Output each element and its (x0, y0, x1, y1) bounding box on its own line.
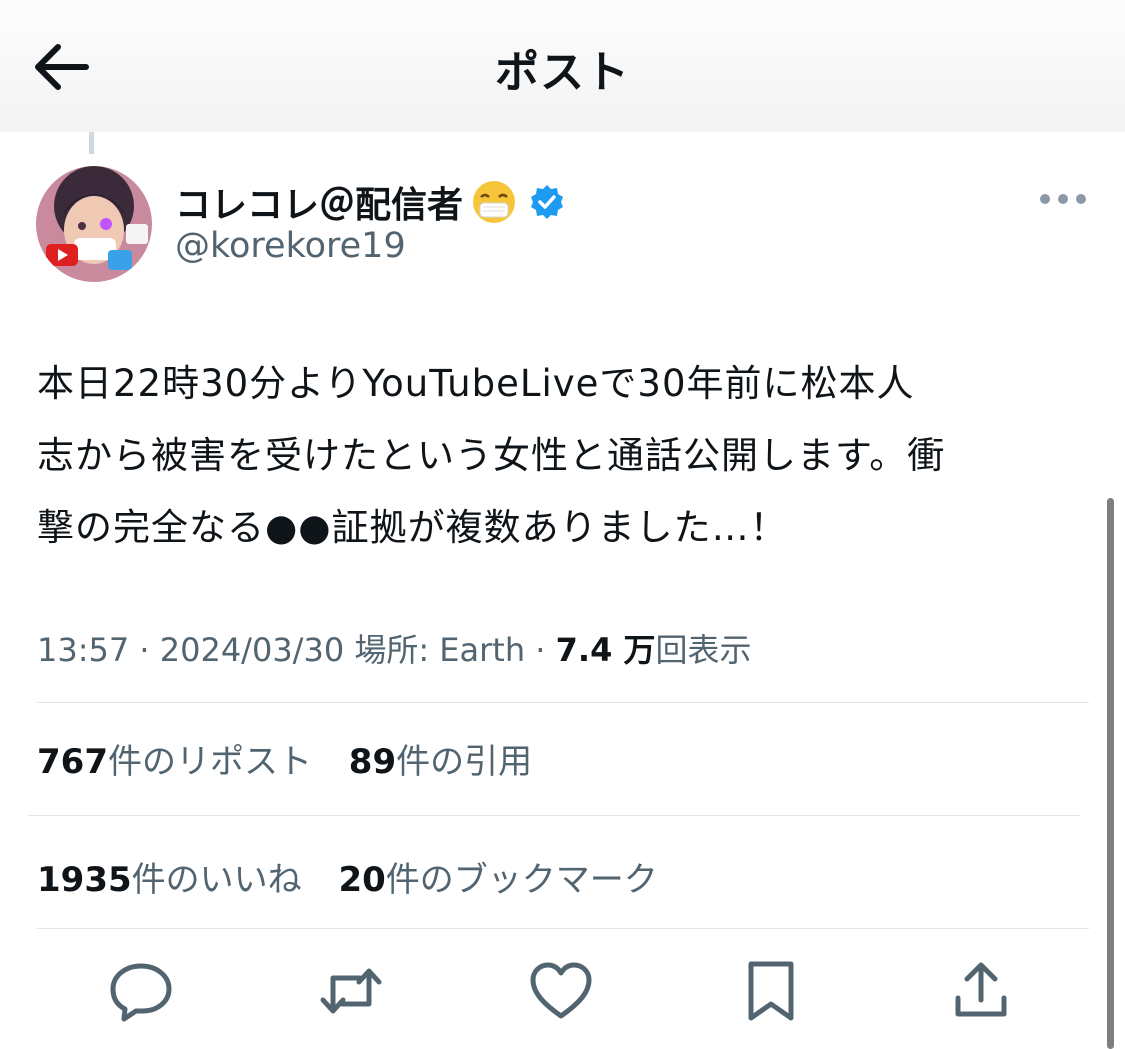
bookmark-count: 20 (338, 860, 386, 900)
repost-stat[interactable]: 767件のリポスト (37, 734, 312, 783)
post-text-line: 志から被害を受けたという女性と通話公開します。衝 (37, 434, 946, 477)
thread-connector-line (89, 132, 94, 154)
bookmark-stat[interactable]: 20件のブックマーク (338, 852, 657, 901)
scrollbar[interactable] (1107, 498, 1114, 1049)
bookmark-button[interactable] (736, 958, 806, 1024)
more-dots-icon (1040, 194, 1086, 204)
repost-label: 件のリポスト (107, 742, 312, 782)
display-name[interactable]: コレコレ＠配信者 (175, 176, 565, 228)
verified-badge-icon (531, 185, 564, 219)
post-date[interactable]: 2024/03/30 (160, 631, 344, 669)
reply-icon (110, 963, 172, 1022)
bookmark-label: 件のブックマーク (385, 860, 658, 900)
quote-count: 89 (348, 742, 397, 782)
stats-row-reposts: 767件のリポスト 89件の引用 (37, 734, 558, 783)
repost-icon (320, 968, 382, 1014)
bookmark-icon (748, 961, 794, 1021)
like-count: 1935 (37, 860, 132, 900)
display-name-text: コレコレ＠配信者 (175, 185, 464, 226)
view-count: 7.4 万 (555, 631, 656, 669)
reply-button[interactable] (106, 958, 176, 1024)
mask-face-emoji (473, 181, 516, 223)
post-location: 場所: Earth (354, 631, 526, 669)
repost-count: 767 (37, 742, 108, 782)
repost-button[interactable] (316, 958, 386, 1024)
like-label: 件のいいね (131, 860, 302, 900)
stats-row-likes: 1935件のいいね 20件のブックマーク (37, 852, 684, 901)
page-title: ポスト (495, 47, 630, 98)
post-text-line: 本日22時30分よりYouTubeLiveで30年前に松本人 (37, 362, 915, 405)
avatar[interactable] (36, 166, 152, 282)
quote-stat[interactable]: 89件の引用 (349, 734, 532, 783)
like-stat[interactable]: 1935件のいいね (37, 852, 302, 901)
more-options-button[interactable] (1036, 186, 1090, 212)
post-time[interactable]: 13:57 (37, 631, 129, 669)
user-handle[interactable]: @korekore19 (175, 226, 406, 266)
share-button[interactable] (946, 958, 1016, 1024)
divider (28, 815, 1080, 816)
post-text: 本日22時30分よりYouTubeLiveで30年前に松本人 志から被害を受けた… (37, 348, 1077, 564)
view-label: 回表示 (655, 631, 752, 669)
divider (37, 928, 1089, 929)
like-icon (530, 962, 592, 1019)
post-meta: 13:57 · 2024/03/30 場所: Earth · 7.4 万回表示 (37, 631, 752, 669)
top-nav-bar: ポスト (0, 0, 1125, 132)
like-button[interactable] (526, 958, 596, 1024)
quote-label: 件の引用 (396, 742, 533, 782)
share-icon (955, 962, 1007, 1017)
divider (37, 702, 1089, 703)
post-text-line: 撃の完全なる●●証拠が複数ありました…！ (37, 506, 788, 549)
